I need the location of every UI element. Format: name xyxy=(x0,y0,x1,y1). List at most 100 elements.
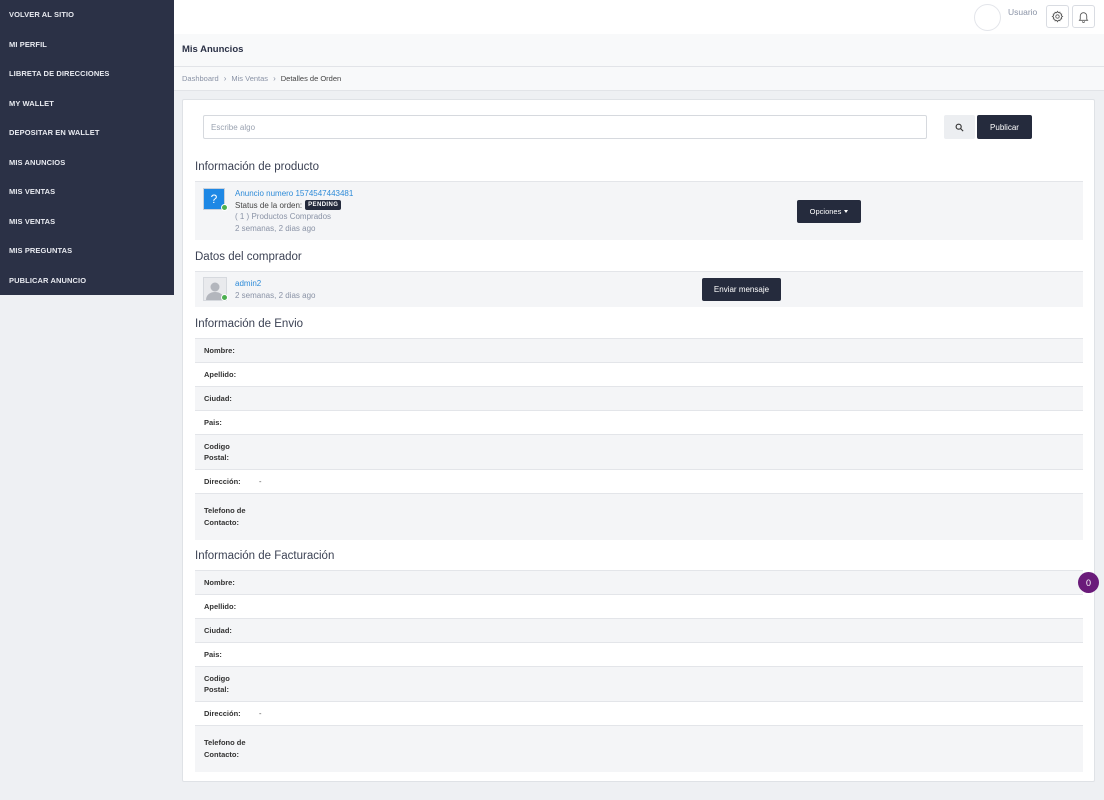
shipping-section-title: Información de Envio xyxy=(195,318,304,330)
sidebar-item-depositar-en-wallet[interactable]: DEPOSITAR EN WALLET xyxy=(0,118,174,148)
table-row: Telefono de Contacto: xyxy=(195,493,1083,540)
field-value xyxy=(251,411,1083,435)
sidebar-item-label: MY WALLET xyxy=(9,98,54,108)
buyer-section-title: Datos del comprador xyxy=(195,251,302,263)
options-dropdown-button[interactable]: Opciones xyxy=(797,200,861,223)
sidebar-item-mis-preguntas[interactable]: MIS PREGUNTAS xyxy=(0,236,174,266)
field-label: Codigo Postal: xyxy=(204,673,230,695)
field-label: Ciudad: xyxy=(204,393,232,403)
field-value xyxy=(251,595,1083,619)
field-value xyxy=(251,435,1083,470)
field-label: Dirección: xyxy=(204,476,241,486)
breadcrumb-separator: › xyxy=(273,74,276,83)
field-label: Apellido: xyxy=(204,369,237,379)
table-row: Dirección: - xyxy=(195,701,1083,726)
product-panel: ? Anuncio numero 1574547443481 Status de… xyxy=(195,181,1083,240)
field-label: Telefono de Contacto: xyxy=(204,506,246,527)
field-value xyxy=(251,494,1083,540)
table-row: Ciudad: xyxy=(195,386,1083,411)
field-label: Dirección: xyxy=(204,708,241,718)
sidebar-item-label: DEPOSITAR EN WALLET xyxy=(9,128,100,137)
send-message-button[interactable]: Enviar mensaje xyxy=(702,278,781,301)
topbar: Usuario xyxy=(174,0,1104,34)
sidebar-item-my-wallet[interactable]: MY WALLET xyxy=(0,89,174,119)
online-status-dot xyxy=(221,204,228,211)
product-time-ago: 2 semanas, 2 dias ago xyxy=(235,224,316,233)
user-name[interactable]: Usuario xyxy=(1008,7,1037,17)
sidebar-item-mis-ventas[interactable]: MIS VENTAS xyxy=(0,177,174,207)
table-row: Pais: xyxy=(195,410,1083,435)
field-value: - xyxy=(259,709,262,718)
notification-count-badge[interactable]: 0 xyxy=(1078,572,1099,593)
field-label: Nombre: xyxy=(204,577,235,587)
table-row: Dirección: - xyxy=(195,469,1083,494)
field-value: - xyxy=(259,477,262,486)
settings-button[interactable] xyxy=(1046,5,1069,28)
billing-table: Nombre: Apellido: Ciudad: Pais: Codigo P… xyxy=(195,570,1083,772)
field-value xyxy=(251,643,1083,667)
sidebar-item-mis-anuncios[interactable]: MIS ANUNCIOS xyxy=(0,148,174,178)
shipping-table: Nombre: Apellido: Ciudad: Pais: Codigo P… xyxy=(195,338,1083,540)
order-status-label: Status de la orden: xyxy=(235,200,303,210)
table-row: Codigo Postal: xyxy=(195,666,1083,702)
page-header: Mis Anuncios xyxy=(174,34,1104,67)
field-value xyxy=(251,667,1083,702)
field-label: Codigo Postal: xyxy=(204,441,230,463)
gear-icon xyxy=(1051,10,1064,23)
status-badge: PENDING xyxy=(305,200,342,210)
sidebar-item-label: MIS VENTAS xyxy=(9,216,56,226)
field-value xyxy=(251,619,1083,643)
breadcrumb-detalles-de-orden: Detalles de Orden xyxy=(280,74,342,83)
sidebar-item-label: MIS ANUNCIOS xyxy=(9,157,66,167)
options-button-label: Opciones xyxy=(809,207,842,216)
sidebar-item-libreta-de-direcciones[interactable]: LIBRETA DE DIRECCIONES xyxy=(0,59,174,89)
notifications-button[interactable] xyxy=(1072,5,1095,28)
table-row: Apellido: xyxy=(195,362,1083,387)
order-details-card: Publicar Información de producto ? Anunc… xyxy=(182,99,1095,782)
field-label: Telefono de Contacto: xyxy=(204,738,246,759)
purchased-count: ( 1 ) Productos Comprados xyxy=(235,212,332,221)
breadcrumb-dashboard[interactable]: Dashboard xyxy=(182,74,219,83)
table-row: Codigo Postal: xyxy=(195,434,1083,470)
sidebar-item-mis-ventas-2[interactable]: MIS VENTAS xyxy=(0,207,174,237)
field-value xyxy=(251,363,1083,387)
breadcrumb-separator: › xyxy=(223,74,227,83)
sidebar-item-volver-al-sitio[interactable]: VOLVER AL SITIO xyxy=(0,0,174,30)
search-icon xyxy=(955,123,964,132)
field-label: Apellido: xyxy=(204,601,237,611)
notification-count: 0 xyxy=(1085,577,1091,588)
billing-section-title: Información de Facturación xyxy=(195,550,335,562)
avatar[interactable] xyxy=(974,4,1001,31)
table-row: Ciudad: xyxy=(195,618,1083,643)
product-link[interactable]: Anuncio numero 1574547443481 xyxy=(235,189,353,198)
sidebar-item-label: LIBRETA DE DIRECCIONES xyxy=(9,69,110,78)
field-value xyxy=(251,339,1083,363)
table-row: Nombre: xyxy=(195,570,1083,595)
search-button[interactable] xyxy=(944,115,975,139)
order-status: Status de la orden: PENDING xyxy=(235,200,342,210)
breadcrumb-mis-ventas[interactable]: Mis Ventas xyxy=(231,74,268,83)
field-label: Pais: xyxy=(204,649,222,659)
field-label: Ciudad: xyxy=(204,625,232,635)
breadcrumb: Dashboard › Mis Ventas › Detalles de Ord… xyxy=(174,67,1104,91)
page-title: Mis Anuncios xyxy=(182,44,244,55)
sidebar-item-label: MI PERFIL xyxy=(9,39,47,49)
sidebar-item-publicar-anuncio[interactable]: PUBLICAR ANUNCIO xyxy=(0,266,174,296)
table-row: Nombre: xyxy=(195,338,1083,363)
bell-icon xyxy=(1078,12,1089,23)
sidebar-item-mi-perfil[interactable]: MI PERFIL xyxy=(0,30,174,60)
field-value xyxy=(251,387,1083,411)
table-row: Pais: xyxy=(195,642,1083,667)
product-thumbnail-glyph: ? xyxy=(210,192,218,206)
online-status-dot xyxy=(221,294,228,301)
buyer-time-ago: 2 semanas, 2 dias ago xyxy=(235,291,316,300)
sidebar-item-label: MIS VENTAS xyxy=(9,187,56,196)
search-input[interactable] xyxy=(203,115,927,139)
field-value xyxy=(251,726,1083,772)
sidebar-item-label: VOLVER AL SITIO xyxy=(9,10,75,19)
table-row: Telefono de Contacto: xyxy=(195,725,1083,772)
sidebar-item-label: PUBLICAR ANUNCIO xyxy=(9,275,87,285)
product-section-title: Información de producto xyxy=(195,161,320,173)
buyer-name-link[interactable]: admin2 xyxy=(235,279,261,288)
publish-button[interactable]: Publicar xyxy=(977,115,1032,139)
